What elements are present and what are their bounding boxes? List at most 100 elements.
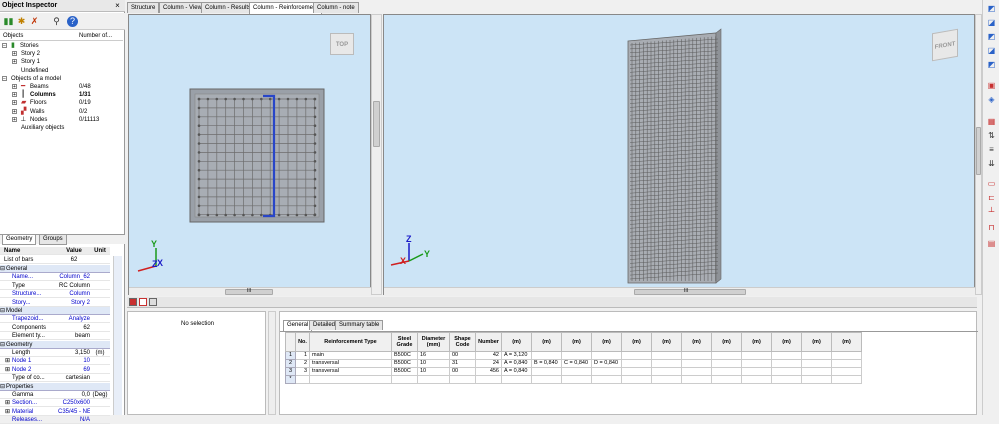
table-cell[interactable]: main xyxy=(309,351,392,360)
support-tool-icon[interactable]: ◈ xyxy=(986,94,997,105)
expand-icon[interactable]: ⊞ xyxy=(5,399,10,407)
beam-tool-icon[interactable]: ◩ xyxy=(986,3,997,14)
table-cell[interactable] xyxy=(309,375,392,384)
expand-icon[interactable]: + xyxy=(12,51,17,57)
table-tab[interactable]: Summary table xyxy=(335,320,384,330)
search-icon[interactable]: ⚲ xyxy=(51,16,62,27)
table-cell[interactable] xyxy=(651,375,682,384)
table-cell[interactable]: A = 3,120 xyxy=(501,351,532,360)
table-cell[interactable] xyxy=(561,351,592,360)
expand-icon[interactable]: + xyxy=(12,84,17,90)
tree-item[interactable]: − Objects of a model xyxy=(0,75,123,83)
tree-item[interactable]: + ┃ Columns 1/31 xyxy=(0,91,123,99)
view-tab[interactable]: Column - Results xyxy=(201,2,256,13)
table-cell[interactable]: 42 xyxy=(475,351,502,360)
view-tab[interactable]: Column - Reinforcement xyxy=(249,2,323,14)
tree-item[interactable]: Auxiliary objects xyxy=(0,124,123,132)
tree-item[interactable]: + ⟂ Nodes 0/11113 xyxy=(0,116,123,124)
property-row[interactable]: Components 62 xyxy=(0,324,110,332)
table-cell[interactable] xyxy=(771,351,802,360)
table-cell[interactable] xyxy=(621,367,652,376)
table-cell[interactable] xyxy=(681,375,712,384)
expand-icon[interactable]: + xyxy=(12,92,17,98)
tree-item[interactable]: + ━ Beams 0/48 xyxy=(0,83,123,91)
table-cell[interactable]: B = 0,840 xyxy=(531,359,562,368)
tree-item[interactable]: − ▮ Stories xyxy=(0,42,123,50)
load-tool-icon[interactable]: ▣ xyxy=(986,80,997,91)
view-tab[interactable]: Structure xyxy=(127,2,160,13)
property-section-header[interactable]: ⊟ Geometry xyxy=(0,340,110,349)
list-of-bars-value[interactable]: 62 xyxy=(58,256,90,264)
property-section-header[interactable]: ⊟ Model xyxy=(0,307,110,315)
close-icon[interactable]: × xyxy=(113,1,122,10)
section-tool-icon[interactable]: ▭ xyxy=(986,178,997,189)
property-row[interactable]: Length 3,150 (m) xyxy=(0,349,110,357)
column-header[interactable]: Number xyxy=(475,332,502,352)
table-cell[interactable] xyxy=(711,367,742,376)
column-header[interactable]: Shape Code xyxy=(449,332,476,352)
table-cell[interactable]: 24 xyxy=(475,359,502,368)
table-cell[interactable]: 1 xyxy=(295,351,310,360)
tree-item[interactable]: + Story 1 xyxy=(0,58,123,66)
table-cell[interactable] xyxy=(741,351,772,360)
expand-icon[interactable]: + xyxy=(12,59,17,65)
right-viewport-hscroll[interactable]: III xyxy=(384,287,976,296)
table-cell[interactable]: 10 xyxy=(417,367,450,376)
table-cell[interactable]: A = 0,840 xyxy=(501,359,532,368)
table-cell[interactable]: D = 0,840 xyxy=(591,359,622,368)
property-row[interactable]: Story... Story 2 xyxy=(0,299,110,307)
table-cell[interactable] xyxy=(741,375,772,384)
table-cell[interactable] xyxy=(831,367,862,376)
table-cell[interactable] xyxy=(801,351,832,360)
table-cell[interactable]: 31 xyxy=(449,359,476,368)
tree-item[interactable]: + ▰ Floors 0/19 xyxy=(0,99,123,107)
table-cell[interactable] xyxy=(831,351,862,360)
tab-groups[interactable]: Groups xyxy=(39,235,67,245)
column-header[interactable]: (m) xyxy=(741,332,772,352)
table-cell[interactable] xyxy=(561,367,592,376)
left-viewport-hscroll[interactable]: III xyxy=(129,287,372,296)
table-cell[interactable] xyxy=(771,359,802,368)
property-row[interactable]: Structure... Column xyxy=(0,290,110,299)
table-cell[interactable]: A = 0,840 xyxy=(501,367,532,376)
property-row[interactable]: ⊞ Node 1 10 xyxy=(0,357,110,366)
table-cell[interactable]: transversal xyxy=(309,367,392,376)
table-export-icon[interactable] xyxy=(149,298,157,306)
property-row[interactable]: ⊞ Node 2 69 xyxy=(0,366,110,374)
property-row[interactable]: Releases... N/A xyxy=(0,416,110,424)
table-row[interactable]: 3 3 transversal B500C 10 00 456 A = 0,840 xyxy=(285,367,862,376)
property-row[interactable]: Name... Column_62 xyxy=(0,273,110,282)
table-cell[interactable] xyxy=(501,375,532,384)
property-section-header[interactable]: ⊟ Properties xyxy=(0,382,110,391)
column-header[interactable]: (m) xyxy=(711,332,742,352)
table-cell[interactable] xyxy=(621,351,652,360)
table-cell[interactable]: 2 xyxy=(295,359,310,368)
table-cell[interactable]: 00 xyxy=(449,367,476,376)
table-cell[interactable]: 10 xyxy=(417,359,450,368)
table-cell[interactable] xyxy=(531,367,562,376)
row-header[interactable]: * xyxy=(285,375,296,384)
pane-splitter[interactable] xyxy=(268,311,276,415)
table-cell[interactable] xyxy=(531,351,562,360)
table-cell[interactable]: B500C xyxy=(391,367,418,376)
column-header[interactable]: (m) xyxy=(531,332,562,352)
table-cell[interactable]: transversal xyxy=(309,359,392,368)
table-view-icon[interactable] xyxy=(129,298,137,306)
slab-tool-icon[interactable]: ◩ xyxy=(986,31,997,42)
column-header[interactable]: (m) xyxy=(831,332,862,352)
property-row[interactable]: Gamma 0,0 (Deg) xyxy=(0,391,110,399)
elevation-tool-icon[interactable]: ┴ xyxy=(986,206,997,217)
table-cell[interactable]: B500C xyxy=(391,351,418,360)
section-viewport[interactable]: Y Z X TOP III xyxy=(128,14,372,296)
table-cell[interactable] xyxy=(801,367,832,376)
table-cell[interactable] xyxy=(475,375,502,384)
column-header[interactable]: Steel Grade xyxy=(391,332,418,352)
table-cell[interactable] xyxy=(711,359,742,368)
table-cell[interactable]: 3 xyxy=(295,367,310,376)
tree-item[interactable]: + ▞ Walls 0/2 xyxy=(0,108,123,116)
table-cell[interactable] xyxy=(651,359,682,368)
column-header[interactable]: No. xyxy=(295,332,310,352)
table-cell[interactable] xyxy=(741,359,772,368)
expand-icon[interactable]: + xyxy=(12,100,17,106)
table-cell[interactable] xyxy=(295,375,310,384)
